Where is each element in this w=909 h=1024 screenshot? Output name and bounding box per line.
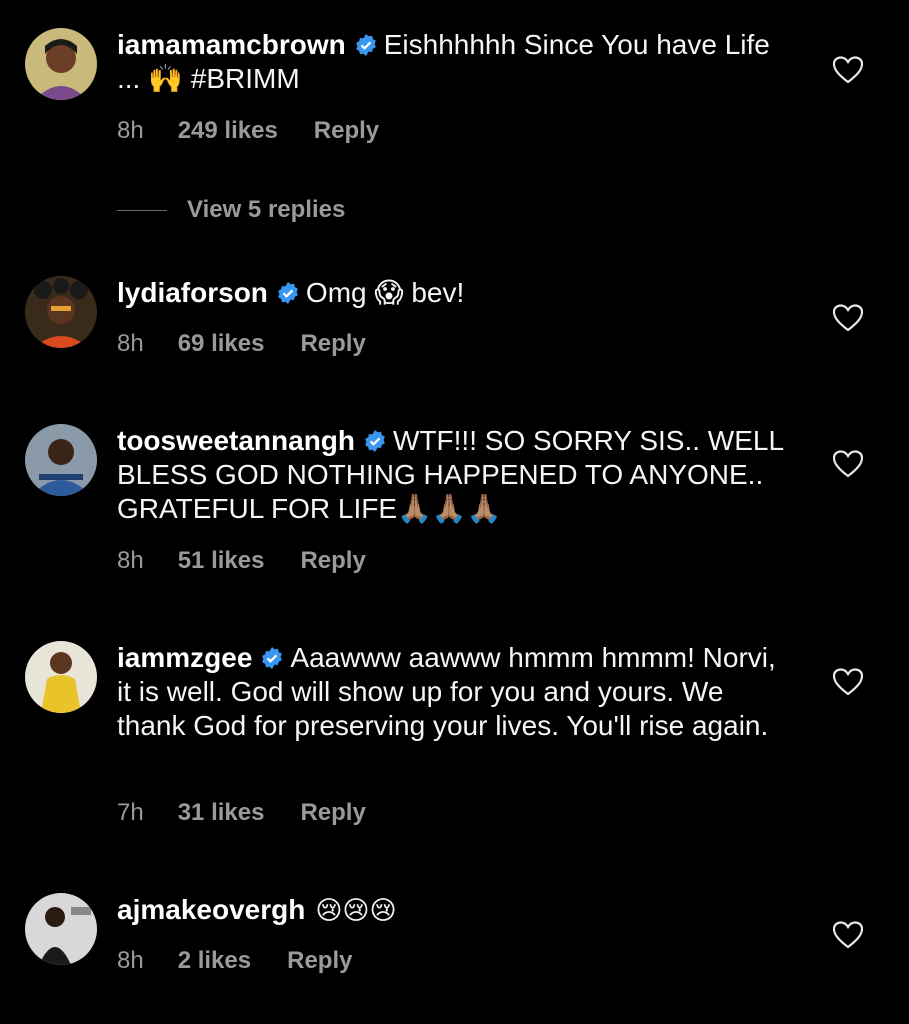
comment-body: iamamamcbrown Eishhhhhh Since You have Li… xyxy=(117,28,787,96)
likes-count[interactable]: 31 likes xyxy=(178,799,265,826)
avatar[interactable] xyxy=(25,641,97,713)
username[interactable]: ajmakeovergh xyxy=(117,894,305,925)
heart-outline-icon[interactable] xyxy=(833,450,863,478)
comment-body: lydiaforson Omg 😱 bev! xyxy=(117,276,787,310)
timestamp: 8h xyxy=(117,330,144,357)
avatar[interactable] xyxy=(25,276,97,348)
heart-outline-icon[interactable] xyxy=(833,921,863,949)
username[interactable]: lydiaforson xyxy=(117,277,268,308)
avatar[interactable] xyxy=(25,893,97,965)
comment-text: Omg 😱 bev! xyxy=(305,277,465,308)
timestamp: 7h xyxy=(117,799,144,826)
reply-button[interactable]: Reply xyxy=(287,947,352,974)
avatar[interactable] xyxy=(25,424,97,496)
heart-outline-icon[interactable] xyxy=(833,304,863,332)
comment-meta: 8h 249 likes Reply xyxy=(117,117,379,145)
reply-button[interactable]: Reply xyxy=(314,117,379,144)
comment-body: toosweetannangh WTF!!! SO SORRY SIS.. WEL… xyxy=(117,424,787,526)
reply-button[interactable]: Reply xyxy=(300,547,365,574)
username[interactable]: iammzgee xyxy=(117,642,252,673)
username[interactable]: iamamamcbrown xyxy=(117,29,346,60)
comment-body: ajmakeovergh 😢😢😢 xyxy=(117,893,787,927)
divider xyxy=(117,209,167,211)
comment-meta: 8h 2 likes Reply xyxy=(117,947,352,975)
verified-badge-icon xyxy=(365,430,385,452)
likes-count[interactable]: 69 likes xyxy=(178,330,265,357)
comment-meta: 8h 69 likes Reply xyxy=(117,330,366,358)
verified-badge-icon xyxy=(278,282,298,304)
verified-badge-icon xyxy=(262,647,283,669)
view-replies-label[interactable]: View 5 replies xyxy=(187,196,345,224)
likes-count[interactable]: 51 likes xyxy=(178,547,265,574)
timestamp: 8h xyxy=(117,547,144,574)
heart-outline-icon[interactable] xyxy=(833,668,863,696)
comment-text: 😢😢😢 xyxy=(315,895,397,925)
likes-count[interactable]: 2 likes xyxy=(178,947,251,974)
likes-count[interactable]: 249 likes xyxy=(178,117,278,144)
comment-meta: 7h 31 likes Reply xyxy=(117,799,366,827)
comment-meta: 8h 51 likes Reply xyxy=(117,547,366,575)
username[interactable]: toosweetannangh xyxy=(117,425,355,456)
heart-outline-icon[interactable] xyxy=(833,56,863,84)
verified-badge-icon xyxy=(355,34,376,56)
timestamp: 8h xyxy=(117,117,144,144)
avatar[interactable] xyxy=(25,28,97,100)
reply-button[interactable]: Reply xyxy=(300,330,365,357)
view-replies-button[interactable]: View 5 replies xyxy=(117,196,345,224)
reply-button[interactable]: Reply xyxy=(300,799,365,826)
comment-body: iammzgee Aaawww aawww hmmm hmmm! Norvi, i… xyxy=(117,641,787,743)
timestamp: 8h xyxy=(117,947,144,974)
